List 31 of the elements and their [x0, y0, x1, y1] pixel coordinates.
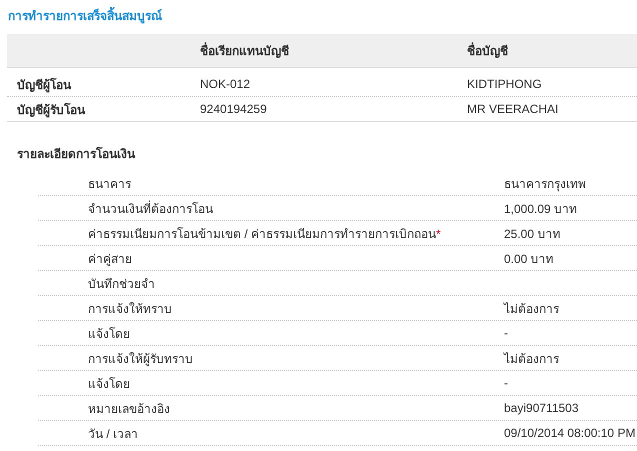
field-label: บันทึกช่วยจำ [88, 276, 156, 292]
row-label: บัญชีผู้รับโอน [16, 102, 86, 118]
field-value: - [504, 376, 509, 390]
table-cell-text: 9240194259 [200, 102, 268, 116]
field-label: แจ้งโดย [88, 376, 131, 392]
field-value: 25.00 บาท [504, 226, 562, 242]
field-value: bayi90711503 [504, 401, 580, 415]
field-label: การแจ้งให้ผู้รับทราบ [88, 350, 194, 368]
row-label: บัญชีผู้โอน [16, 76, 72, 94]
field-value: 0.00 บาท [504, 250, 555, 268]
column-header: ชื่อบัญชี [467, 41, 509, 60]
field-label: หมายเลขอ้างอิง [88, 400, 171, 418]
section-title: รายละเอียดการโอนเงิน [17, 146, 135, 163]
field-label: วัน / เวลา [88, 426, 140, 442]
page-title: การทำรายการเสร็จสิ้นสมบูรณ์ [8, 6, 162, 25]
field-label: จำนวนเงินที่ต้องการโอน [88, 200, 214, 218]
table-cell-text: MR VEERACHAI [467, 102, 560, 116]
field-value: 1,000.09 บาท [504, 200, 578, 218]
field-label: การแจ้งให้ทราบ [88, 300, 173, 318]
column-header: ชื่อเรียกแทนบัญชี [200, 41, 290, 60]
field-label: ธนาคาร [88, 176, 132, 192]
field-label: ค่าคู่สาย [88, 250, 133, 268]
field-value: 09/10/2014 08:00:10 PM [504, 426, 636, 440]
field-value: ไม่ต้องการ [504, 300, 560, 318]
field-value: ธนาคารกรุงเทพ [504, 176, 587, 192]
table-cell-text: KIDTIPHONG [467, 77, 543, 91]
field-label: แจ้งโดย [88, 326, 131, 342]
field-value: ไม่ต้องการ [504, 350, 560, 368]
field-label: ค่าธรรมเนียมการโอนข้ามเขต / ค่าธรรมเนียมการทำรายการเบิกถอน* [88, 226, 442, 242]
table-cell-text: NOK-012 [200, 77, 252, 91]
field-value: - [504, 326, 509, 340]
